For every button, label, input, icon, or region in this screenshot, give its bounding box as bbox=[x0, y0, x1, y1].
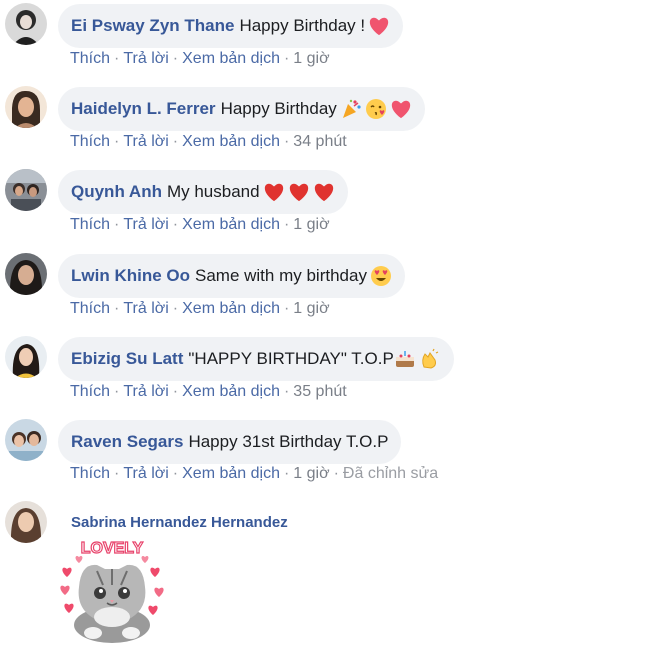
heart-icon bbox=[263, 182, 285, 202]
comment-time[interactable]: 1 giờ bbox=[293, 300, 329, 317]
comment-author[interactable]: Ebizig Su Latt bbox=[71, 349, 183, 369]
like-link[interactable]: Thích bbox=[70, 465, 110, 482]
comment-time[interactable]: 34 phút bbox=[293, 133, 346, 150]
reply-link[interactable]: Trả lời bbox=[123, 300, 168, 317]
like-link[interactable]: Thích bbox=[70, 383, 110, 400]
comment-bubble: Ei Psway Zyn Thane Happy Birthday ! bbox=[58, 4, 404, 48]
translate-link[interactable]: Xem bản dịch bbox=[182, 216, 280, 233]
avatar[interactable] bbox=[5, 3, 47, 45]
comment-actions: Thích · Trả lời · Xem bản dịch · 1 giờ bbox=[70, 300, 330, 317]
comment-text: My husband bbox=[166, 182, 260, 201]
face-blowing-kiss-icon bbox=[365, 98, 387, 120]
edited-label[interactable]: Đã chỉnh sửa bbox=[343, 465, 438, 482]
comment-author[interactable]: Ei Psway Zyn Thane bbox=[71, 16, 234, 36]
comment-text: Happy 31st Birthday T.O.P bbox=[188, 432, 389, 451]
like-link[interactable]: Thích bbox=[70, 216, 110, 233]
translate-link[interactable]: Xem bản dịch bbox=[182, 133, 280, 150]
comment-text: Same with my birthday bbox=[195, 266, 367, 285]
like-link[interactable]: Thích bbox=[70, 50, 110, 67]
avatar[interactable] bbox=[5, 336, 47, 378]
heart-icon bbox=[288, 182, 310, 202]
reply-link[interactable]: Trả lời bbox=[123, 216, 168, 233]
party-popper-icon bbox=[340, 98, 362, 120]
comment-author[interactable]: Quynh Anh bbox=[71, 182, 162, 202]
comment-bubble: Quynh Anh My husband bbox=[58, 170, 348, 214]
comment-actions: Thích · Trả lời · Xem bản dịch · 1 giờ · Đã chỉn… bbox=[70, 465, 439, 482]
comment-bubble: Haidelyn L. Ferrer Happy Birthday bbox=[58, 87, 425, 131]
like-link[interactable]: Thích bbox=[70, 133, 110, 150]
heart-icon bbox=[368, 16, 390, 36]
birthday-cake-icon bbox=[394, 349, 416, 369]
like-link[interactable]: Thích bbox=[70, 300, 110, 317]
reply-link[interactable]: Trả lời bbox=[123, 133, 168, 150]
comment-author[interactable]: Raven Segars bbox=[71, 432, 183, 452]
translate-link[interactable]: Xem bản dịch bbox=[182, 465, 280, 482]
comment-time[interactable]: 35 phút bbox=[293, 383, 346, 400]
heart-icon bbox=[313, 182, 335, 202]
comment-text: Happy Birthday ! bbox=[239, 16, 366, 35]
translate-link[interactable]: Xem bản dịch bbox=[182, 300, 280, 317]
comment-bubble: Raven Segars Happy 31st Birthday T.O.P bbox=[58, 420, 402, 464]
avatar[interactable] bbox=[5, 501, 47, 543]
clapping-hands-icon bbox=[419, 348, 441, 370]
reply-link[interactable]: Trả lời bbox=[123, 50, 168, 67]
avatar[interactable] bbox=[5, 169, 47, 211]
comment-actions: Thích · Trả lời · Xem bản dịch · 1 giờ bbox=[70, 50, 330, 67]
comment-time[interactable]: 1 giờ bbox=[293, 465, 329, 482]
reply-link[interactable]: Trả lời bbox=[123, 465, 168, 482]
comment-text: "HAPPY BIRTHDAY" T.O.P bbox=[188, 349, 394, 368]
comment-time[interactable]: 1 giờ bbox=[293, 50, 329, 67]
comment-actions: Thích · Trả lời · Xem bản dịch · 35 phút bbox=[70, 383, 347, 400]
sticker-text: LOVELY bbox=[81, 540, 144, 557]
comment-bubble: Ebizig Su Latt "HAPPY BIRTHDAY" T.O.P bbox=[58, 337, 454, 381]
lovely-cat-sticker: LOVELY bbox=[57, 537, 167, 645]
comment-bubble: Lwin Khine Oo Same with my birthday bbox=[58, 254, 405, 298]
comment-author[interactable]: Haidelyn L. Ferrer bbox=[71, 99, 216, 119]
avatar[interactable] bbox=[5, 86, 47, 128]
comment-text: Happy Birthday bbox=[220, 99, 337, 118]
avatar[interactable] bbox=[5, 419, 47, 461]
avatar[interactable] bbox=[5, 253, 47, 295]
translate-link[interactable]: Xem bản dịch bbox=[182, 383, 280, 400]
comment-author[interactable]: Sabrina Hernandez Hernandez bbox=[71, 514, 288, 531]
heart-eyes-face-icon bbox=[370, 265, 392, 287]
comment-actions: Thích · Trả lời · Xem bản dịch · 34 phút bbox=[70, 133, 347, 150]
translate-link[interactable]: Xem bản dịch bbox=[182, 50, 280, 67]
heart-icon bbox=[390, 99, 412, 119]
reply-link[interactable]: Trả lời bbox=[123, 383, 168, 400]
comment-actions: Thích · Trả lời · Xem bản dịch · 1 giờ bbox=[70, 216, 330, 233]
comment-time[interactable]: 1 giờ bbox=[293, 216, 329, 233]
comment-author[interactable]: Lwin Khine Oo bbox=[71, 266, 190, 286]
